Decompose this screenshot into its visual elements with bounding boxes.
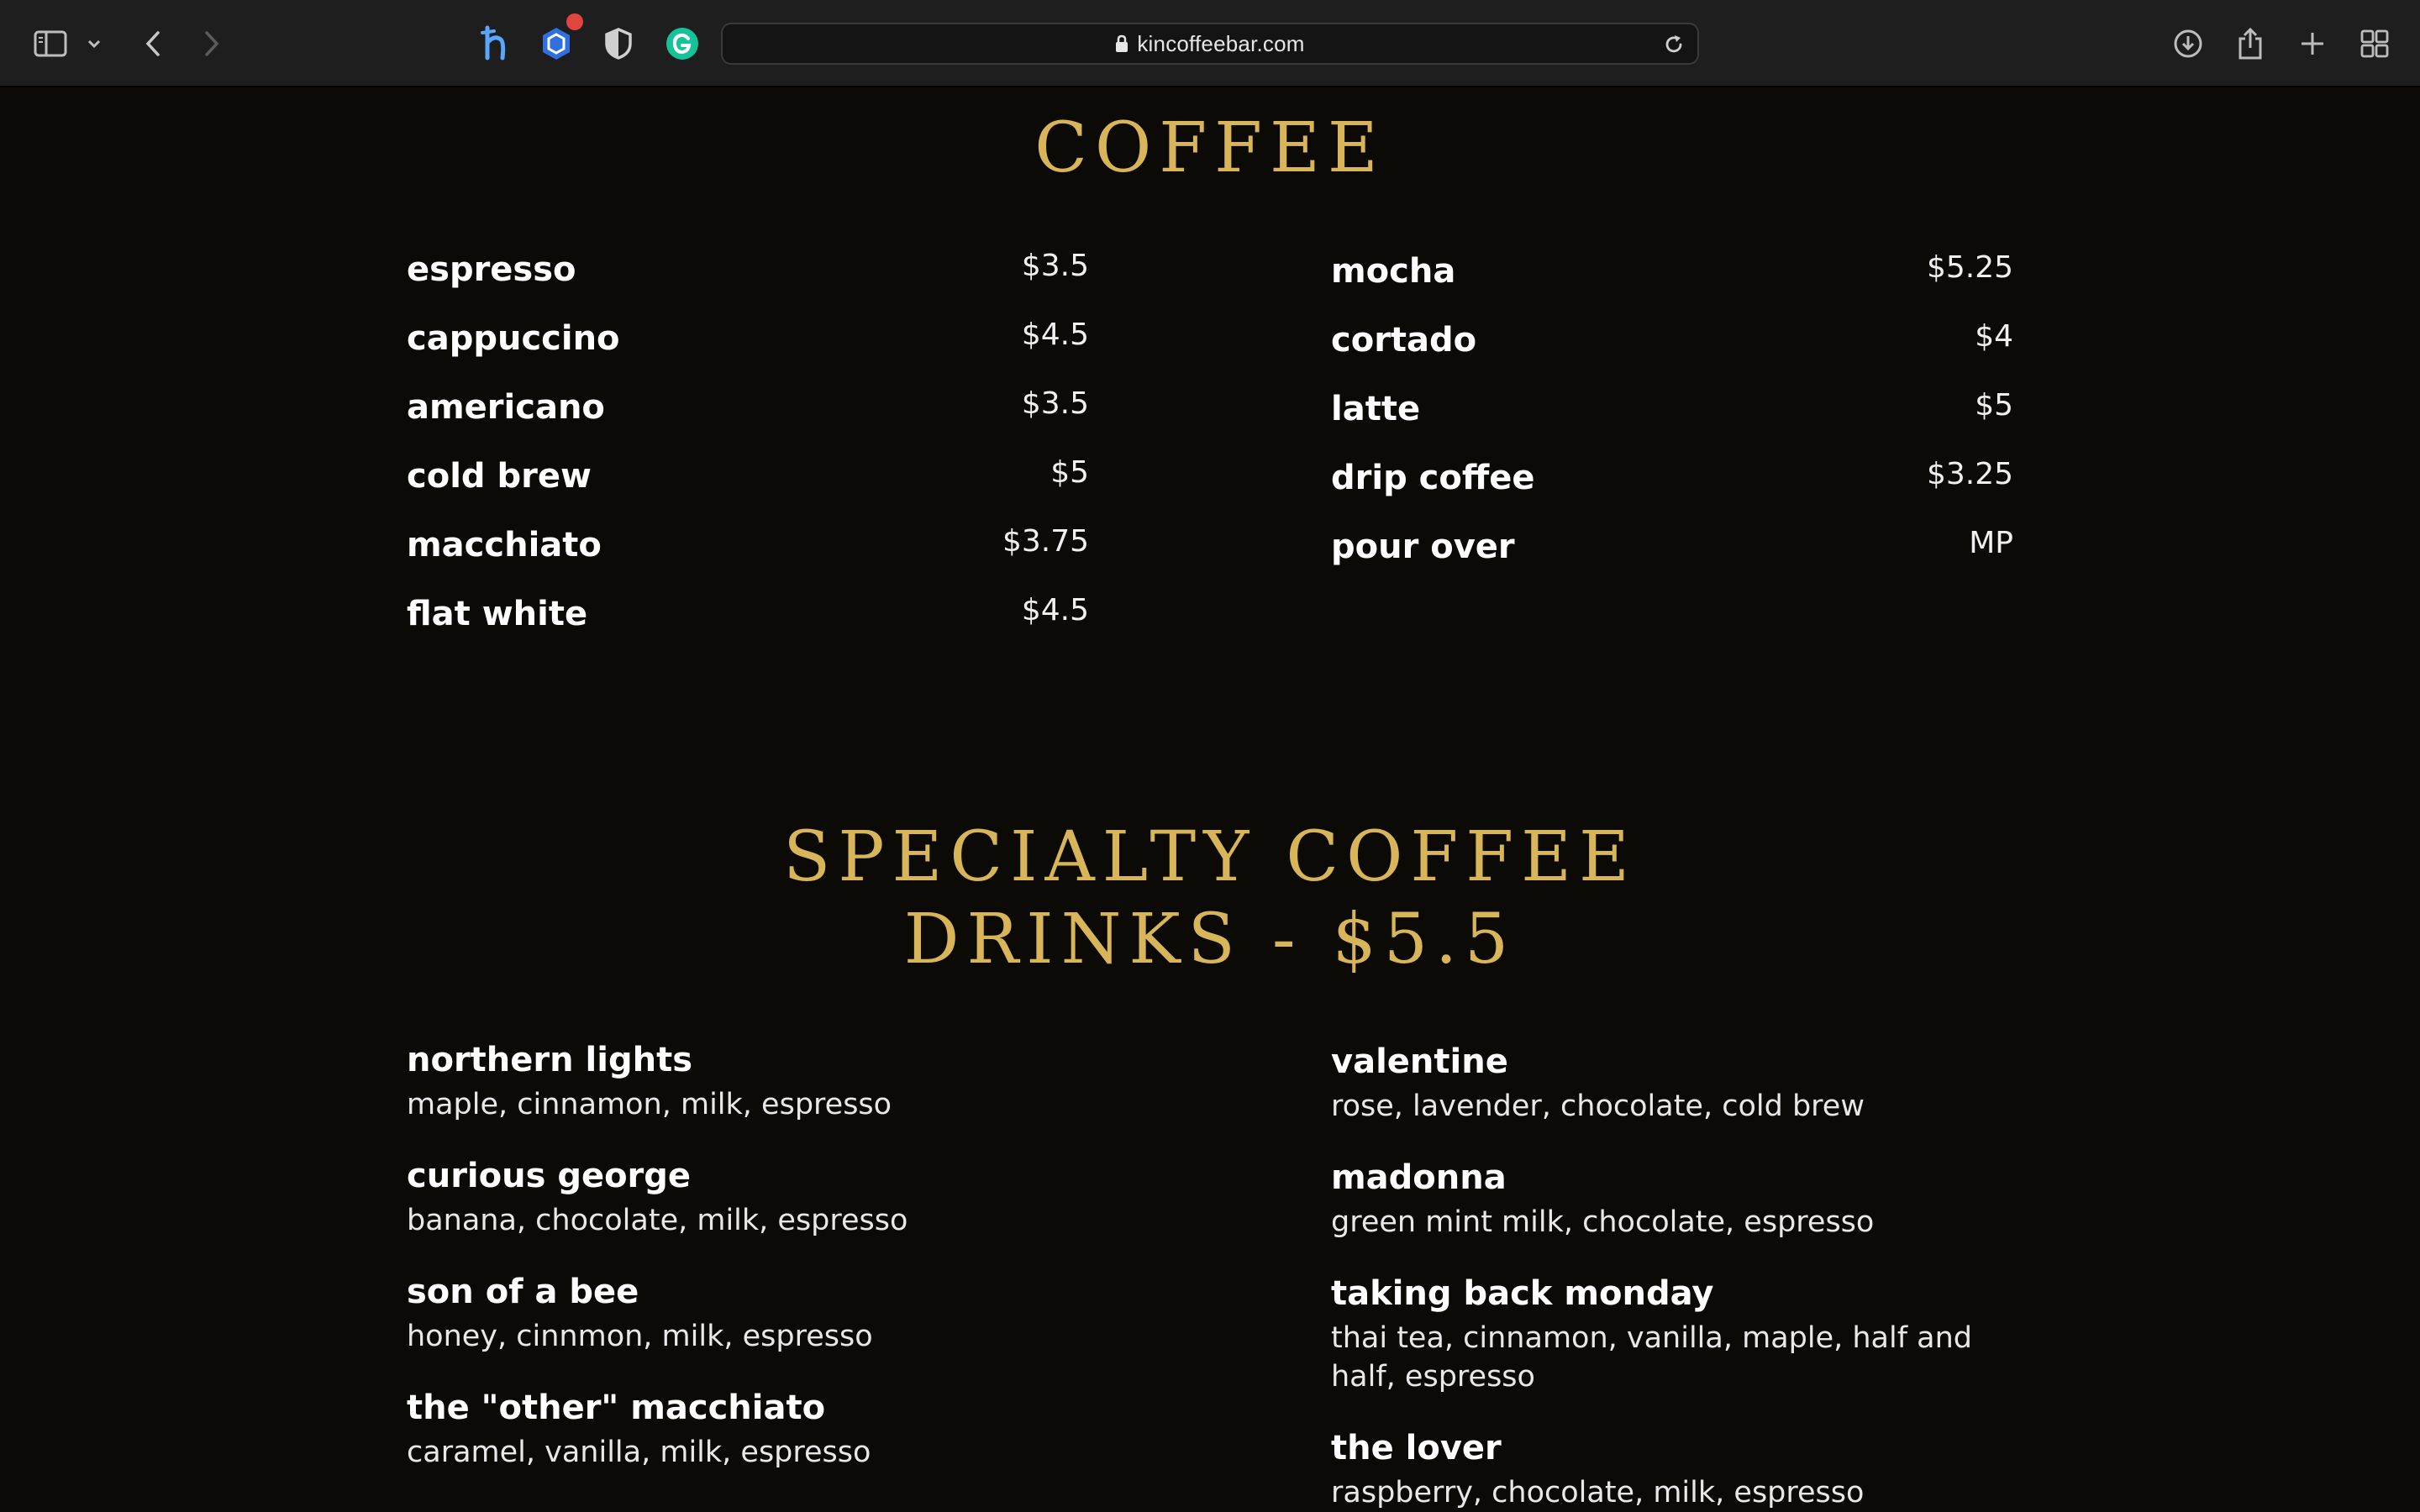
menu-item-name: americano [407,388,605,427]
chevron-left-icon [145,31,160,56]
menu-item-price: $5 [1050,455,1089,490]
downloads-button[interactable] [2168,24,2208,64]
specialty-item: northern lights maple, cinnamon, milk, e… [407,1038,1096,1124]
menu-item: drip coffee $3.25 [1331,457,2013,509]
share-button[interactable] [2230,24,2270,64]
grid-icon [2360,29,2389,58]
specialty-item-name: the lover [1331,1429,1502,1467]
menu-item-name: cold brew [407,457,592,496]
share-icon [2238,27,2262,60]
reload-icon[interactable] [1662,33,1686,56]
menu-item-price: $4.5 [1021,318,1089,352]
new-tab-button[interactable] [2292,24,2333,64]
tab-overview-button[interactable] [2354,24,2395,64]
coffee-section-title: COFFEE [1034,108,1386,188]
specialty-item-description: banana, chocolate, milk, espresso [407,1204,908,1237]
honey-extension-icon[interactable] [474,24,514,64]
specialty-item: the "other" macchiato caramel, vanilla, … [407,1386,1096,1472]
specialty-item: curious george banana, chocolate, milk, … [407,1154,1096,1240]
specialty-item-name: curious george [407,1157,692,1195]
menu-item-price: $5 [1975,388,2013,423]
menu-item: latte $5 [1331,388,2013,440]
menu-item-name: drip coffee [1331,459,1535,497]
menu-item: flat white $4.5 [407,593,1089,645]
specialty-item-name: northern lights [407,1041,692,1079]
notification-badge [566,13,583,30]
forward-button[interactable] [192,24,232,64]
menu-item-name: mocha [1331,252,1456,291]
specialty-item: son of a bee honey, cinnmon, milk, espre… [407,1270,1096,1356]
sidebar-toggle-button[interactable] [30,24,71,64]
menu-item: mocha $5.25 [1331,250,2013,302]
menu-item-price: $3.25 [1926,457,2013,491]
menu-item: macchiato $3.75 [407,524,1089,576]
specialty-item: valentine rose, lavender, chocolate, col… [1331,1040,2020,1126]
menu-item: cold brew $5 [407,455,1089,507]
tab-group-dropdown-button[interactable] [77,24,111,64]
shield-extension-icon[interactable] [598,24,639,64]
menu-item: espresso $3.5 [407,249,1089,301]
menu-item: cappuccino $4.5 [407,318,1089,370]
lock-icon [1116,34,1128,52]
menu-item: americano $3.5 [407,386,1089,438]
specialty-section-title-line1: SPECIALTY COFFEE [783,817,1637,897]
privacy-extension-icon[interactable] [536,13,583,64]
menu-item-name: macchiato [407,526,602,564]
specialty-item-description: raspberry, chocolate, milk, espresso [1331,1476,1865,1509]
specialty-item-description: thai tea, cinnamon, vanilla, maple, half… [1331,1321,1973,1394]
plus-icon [2302,33,2323,55]
specialty-item: the lover raspberry, chocolate, milk, es… [1331,1426,2020,1512]
download-icon [2174,29,2202,58]
specialty-item-description: caramel, vanilla, milk, espresso [407,1436,871,1469]
specialty-item: madonna green mint milk, chocolate, espr… [1331,1156,2020,1242]
specialty-item-name: the "other" macchiato [407,1389,826,1427]
menu-item-name: espresso [407,250,576,289]
menu-item: cortado $4 [1331,319,2013,371]
specialty-item-name: son of a bee [407,1273,639,1311]
specialty-item-name: taking back monday [1331,1274,1714,1313]
specialty-item-description: maple, cinnamon, milk, espresso [407,1088,892,1121]
specialty-item-description: honey, cinnmon, milk, espresso [407,1320,873,1353]
menu-item-price: $4 [1975,319,2013,354]
menu-item-price: $3.5 [1021,249,1089,283]
specialty-item-name: valentine [1331,1042,1508,1081]
specialty-item-description: rose, lavender, chocolate, cold brew [1331,1089,1865,1123]
menu-item-name: latte [1331,390,1421,428]
menu-item-price: MP [1969,526,2013,560]
menu-item-price: $5.25 [1926,250,2013,285]
web-page: COFFEE espresso $3.5 cappuccino $4.5 ame… [0,87,2420,1512]
specialty-section-title-line2: DRINKS - $5.5 [903,900,1517,979]
chevron-right-icon [205,31,219,56]
menu-item-name: cortado [1331,321,1477,360]
menu-item-price: $3.5 [1021,386,1089,421]
menu-item-price: $4.5 [1021,593,1089,627]
menu-item-name: flat white [407,595,588,633]
chevron-down-icon [87,39,101,49]
menu-item: pour over MP [1331,526,2013,578]
sidebar-icon [34,30,67,57]
grammarly-extension-icon[interactable] [662,24,702,64]
address-bar[interactable]: kincoffeebar.com [721,23,1699,65]
specialty-item-description: green mint milk, chocolate, espresso [1331,1205,1875,1239]
menu-item-name: pour over [1331,528,1515,566]
browser-toolbar: kincoffeebar.com [0,0,2420,87]
menu-item-price: $3.75 [1002,524,1089,559]
specialty-item: taking back monday thai tea, cinnamon, v… [1331,1272,1986,1396]
specialty-item-name: madonna [1331,1158,1507,1197]
back-button[interactable] [133,24,173,64]
menu-item-name: cappuccino [407,319,620,358]
url-text: kincoffeebar.com [1137,30,1305,56]
